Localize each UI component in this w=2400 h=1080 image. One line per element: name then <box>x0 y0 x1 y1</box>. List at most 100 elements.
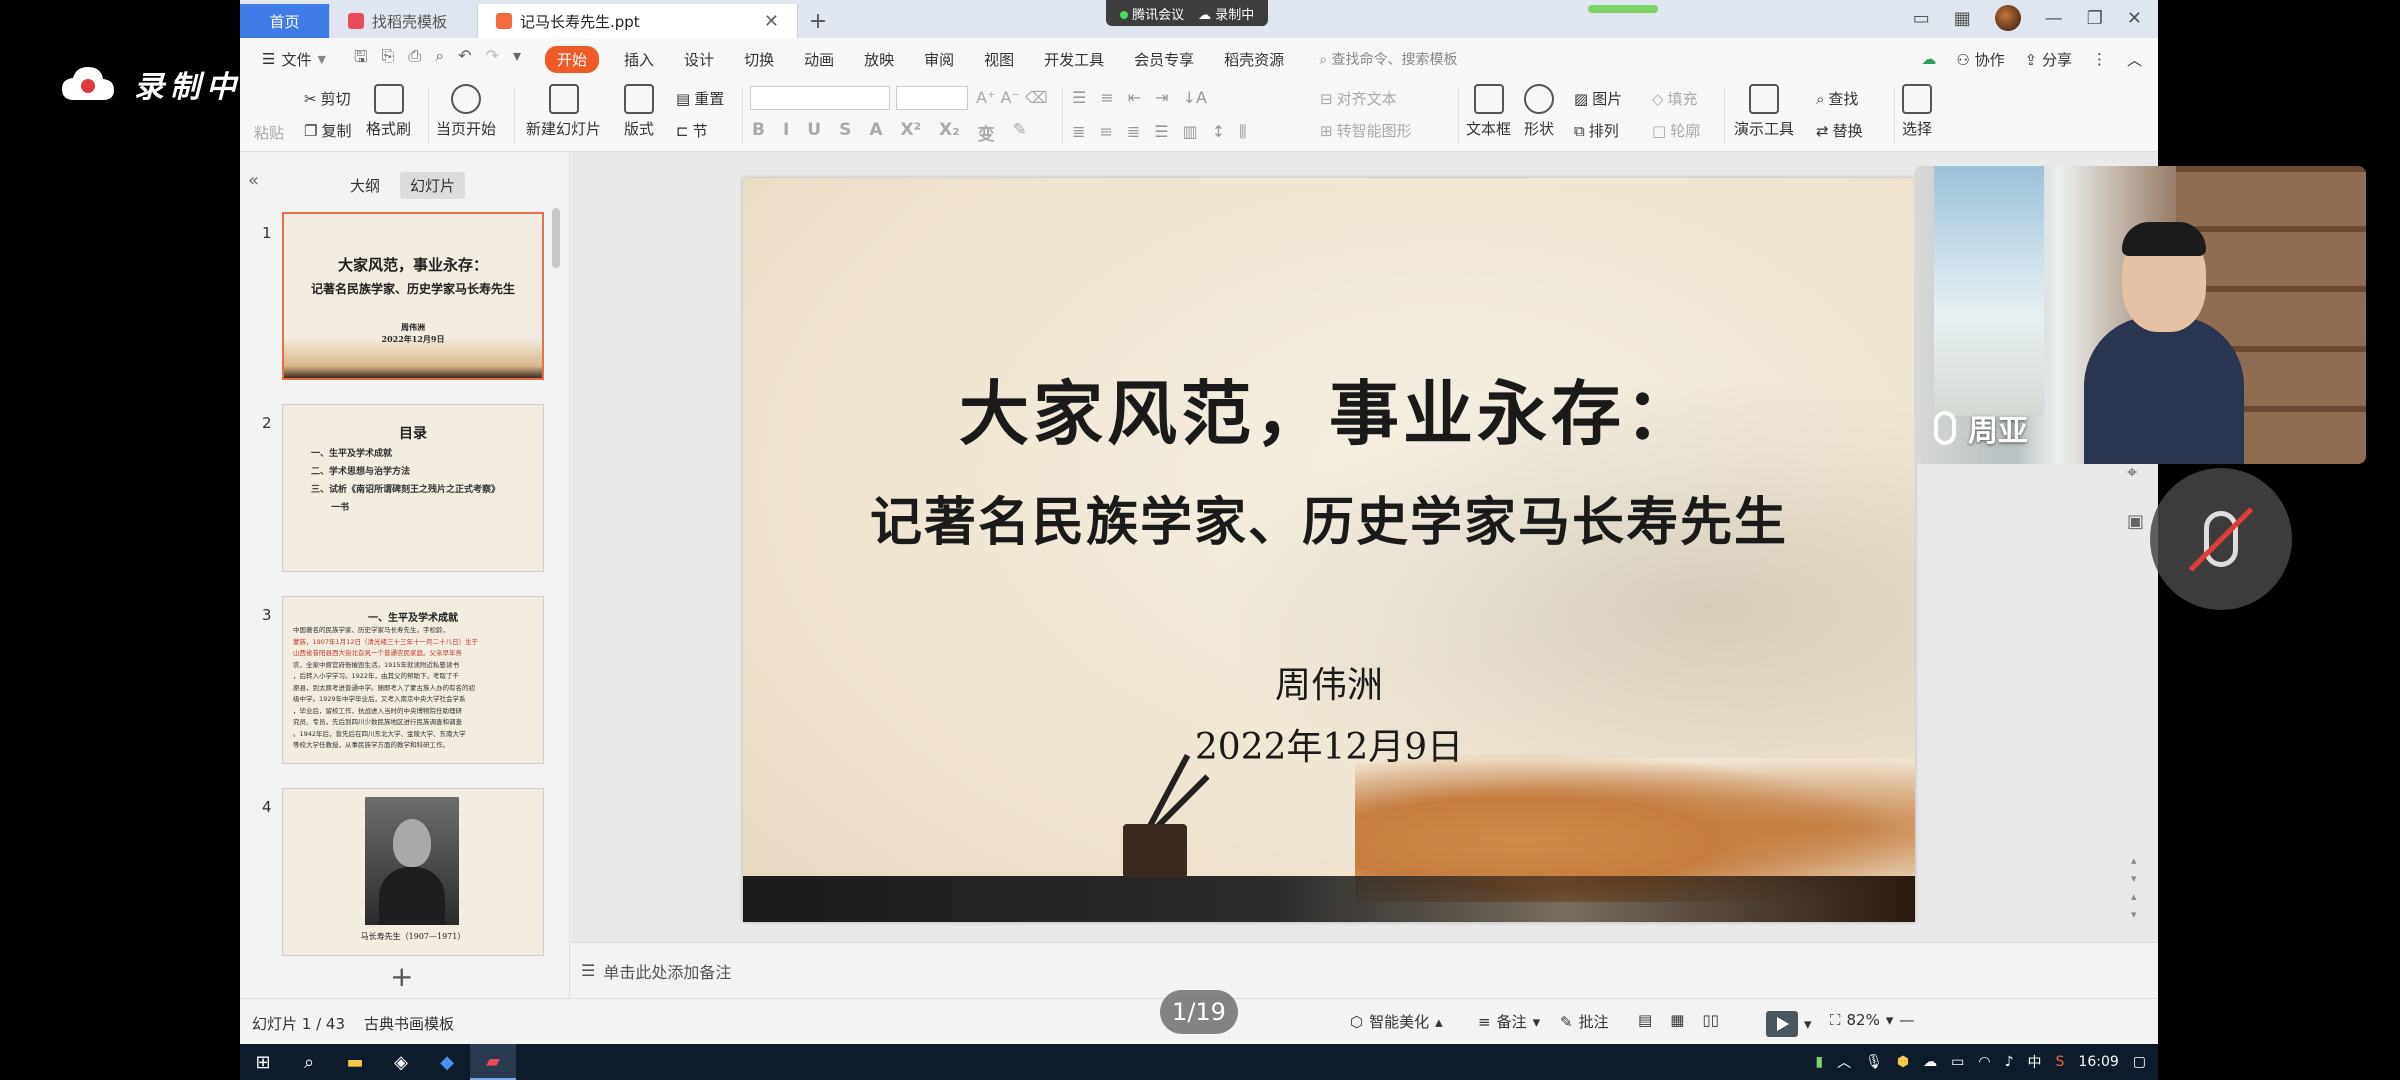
chevron-up-icon[interactable]: ︿ <box>1837 1052 1851 1072</box>
grid-icon[interactable]: ▦ <box>1954 8 1971 29</box>
save-icon[interactable]: 🖫 <box>354 46 368 73</box>
participant-video[interactable]: 周亚 <box>1914 166 2366 464</box>
numbered-list-icon[interactable]: ≡ <box>1100 88 1113 107</box>
slide-title[interactable]: 大家风范，事业永存： <box>743 358 1915 459</box>
strikethrough-icon[interactable]: S <box>839 120 851 145</box>
comment-toggle[interactable]: ✎ 批注 <box>1560 1011 1609 1032</box>
menu-docer[interactable]: 稻壳资源 <box>1209 49 1299 70</box>
tab-slides[interactable]: 幻灯片 <box>400 172 466 199</box>
avatar[interactable] <box>1994 5 2021 31</box>
collapse-panel-icon[interactable]: « <box>248 170 259 191</box>
outline-button[interactable]: □ 轮廓 <box>1652 120 1700 141</box>
align-left-icon[interactable]: ≣ <box>1072 122 1085 142</box>
image-button[interactable]: ▨ 图片 <box>1574 88 1622 109</box>
replace-button[interactable]: ⇄ 替换 <box>1816 120 1863 141</box>
reading-view-icon[interactable]: ▯▯ <box>1702 1011 1719 1029</box>
distribute-icon[interactable]: ▥ <box>1183 122 1198 142</box>
slide-thumb-3[interactable]: 一、生平及学术成就 中国著名的民族学家、历史学家马长寿先生，字松龄， 蒙族，19… <box>282 596 544 764</box>
menu-developer[interactable]: 开发工具 <box>1029 49 1119 70</box>
app-icon[interactable]: ◈ <box>378 1044 424 1080</box>
superscript-icon[interactable]: X² <box>901 120 922 145</box>
menu-review[interactable]: 审阅 <box>909 49 969 70</box>
arrange-button[interactable]: ⧉ 排列 <box>1574 120 1619 141</box>
bold-icon[interactable]: B <box>752 120 765 145</box>
volume-icon[interactable]: ♪ <box>2005 1054 2014 1070</box>
align-text-button[interactable]: ⊟ 对齐文本 <box>1320 88 1397 109</box>
notes-bar[interactable]: ☰ 单击此处添加备注 <box>571 942 2158 998</box>
font-size-adjust[interactable]: A⁺ A⁻ ⌫ <box>976 88 1048 107</box>
command-search[interactable]: ⌕ 查找命令、搜索模板 <box>1319 49 1457 69</box>
book-icon[interactable]: ▣ <box>2127 511 2144 532</box>
tab-home[interactable]: 首页 <box>240 4 330 38</box>
power-icon[interactable]: ▭ <box>1951 1054 1964 1070</box>
file-explorer-icon[interactable]: ▬ <box>332 1044 378 1080</box>
line-spacing-icon[interactable]: ↕ <box>1212 122 1225 142</box>
export-icon[interactable]: ⎘ <box>382 46 395 73</box>
print-icon[interactable]: ⎙ <box>408 46 421 73</box>
search-icon[interactable]: ⌕ <box>286 1044 332 1080</box>
close-icon[interactable]: ✕ <box>764 11 779 32</box>
bullet-list-icon[interactable]: ☰ <box>1072 88 1086 107</box>
align-center-icon[interactable]: ≡ <box>1099 122 1112 142</box>
menu-view[interactable]: 视图 <box>969 49 1029 70</box>
shape-button[interactable]: 形状 <box>1524 84 1554 139</box>
battery-icon[interactable]: ▮ <box>1815 1054 1823 1070</box>
notes-toggle[interactable]: ≡ 备注 ▾ <box>1478 1011 1540 1032</box>
slide-subtitle[interactable]: 记著名民族学家、历史学家马长寿先生 <box>743 480 1915 555</box>
clock[interactable]: 16:09 <box>2078 1054 2118 1070</box>
windows-start-icon[interactable]: ⊞ <box>240 1044 286 1080</box>
select-button[interactable]: 选择 <box>1902 84 1932 139</box>
menu-member[interactable]: 会员专享 <box>1119 49 1209 70</box>
subscript-icon[interactable]: X₂ <box>939 120 960 145</box>
meeting-indicator[interactable]: 腾讯会议 ☁ 录制中 <box>1106 0 1269 26</box>
restore-icon[interactable]: ❐ <box>2087 8 2103 29</box>
paste-button[interactable]: 粘贴 <box>254 122 284 143</box>
indent-icon[interactable]: ⇥ <box>1155 88 1168 107</box>
smart-beautify-button[interactable]: ⬡ 智能美化 ▴ <box>1350 1011 1443 1032</box>
notification-icon[interactable]: ▢ <box>2133 1054 2146 1070</box>
justify-icon[interactable]: ☰ <box>1154 122 1168 142</box>
outdent-icon[interactable]: ⇤ <box>1128 88 1141 107</box>
tab-document[interactable]: 记马长寿先生.ppt ✕ <box>478 4 798 38</box>
location-icon[interactable]: ⌖ <box>2127 462 2144 483</box>
new-tab-button[interactable]: + <box>798 4 838 38</box>
present-tools-button[interactable]: 演示工具 <box>1734 84 1794 139</box>
align-right-icon[interactable]: ≣ <box>1127 122 1140 142</box>
mic-icon[interactable]: 🎙 <box>1865 1054 1883 1070</box>
layout-icon[interactable]: ▭ <box>1913 8 1930 29</box>
find-button[interactable]: ⌕ 查找 <box>1816 88 1858 109</box>
preview-icon[interactable]: ⌕ <box>435 46 444 73</box>
columns-icon[interactable]: ⫼ <box>1239 122 1246 142</box>
more-vertical-icon[interactable]: ⋮ <box>2092 50 2107 68</box>
play-from-current-button[interactable]: 当页开始 <box>436 84 496 139</box>
more-icon[interactable]: ▾ <box>513 46 521 73</box>
template-name[interactable]: 古典书画模板 <box>364 1013 454 1034</box>
new-slide-button[interactable]: 新建幻灯片 <box>526 84 601 139</box>
menu-transition[interactable]: 切换 <box>729 49 789 70</box>
slide-author[interactable]: 周伟洲 <box>743 656 1915 708</box>
convert-smartart-button[interactable]: ⊞ 转智能图形 <box>1320 120 1412 141</box>
meeting-app-icon[interactable]: ◆ <box>424 1044 470 1080</box>
shield-icon[interactable]: ⬢ <box>1897 1054 1909 1070</box>
sort-icon[interactable]: ↓A <box>1183 88 1207 107</box>
font-size-select[interactable] <box>896 86 968 110</box>
format-painter-button[interactable]: 格式刷 <box>366 84 411 139</box>
zoom-out-icon[interactable]: — <box>1899 1011 1914 1029</box>
wifi-icon[interactable]: ◠ <box>1978 1054 1990 1070</box>
reset-button[interactable]: ▤ 重置 <box>676 88 724 109</box>
menu-design[interactable]: 设计 <box>669 49 729 70</box>
copy-button[interactable]: ❐ 复制 <box>304 120 351 141</box>
mute-toggle-button[interactable] <box>2150 468 2292 610</box>
menu-insert[interactable]: 插入 <box>609 49 669 70</box>
redo-icon[interactable]: ↷ <box>486 46 499 73</box>
tab-outline[interactable]: 大纲 <box>340 172 390 199</box>
underline-icon[interactable]: U <box>807 120 821 145</box>
normal-view-icon[interactable]: ▤ <box>1638 1011 1652 1029</box>
menu-slideshow[interactable]: 放映 <box>849 49 909 70</box>
font-color-icon[interactable]: A <box>869 120 882 145</box>
minimize-icon[interactable]: — <box>2045 8 2063 29</box>
font-family-select[interactable] <box>750 86 890 110</box>
slide-thumb-1[interactable]: 大家风范，事业永存： 记著名民族学家、历史学家马长寿先生 周伟洲 2022年12… <box>282 212 544 380</box>
layout-button[interactable]: 版式 <box>624 84 654 139</box>
menu-animation[interactable]: 动画 <box>789 49 849 70</box>
